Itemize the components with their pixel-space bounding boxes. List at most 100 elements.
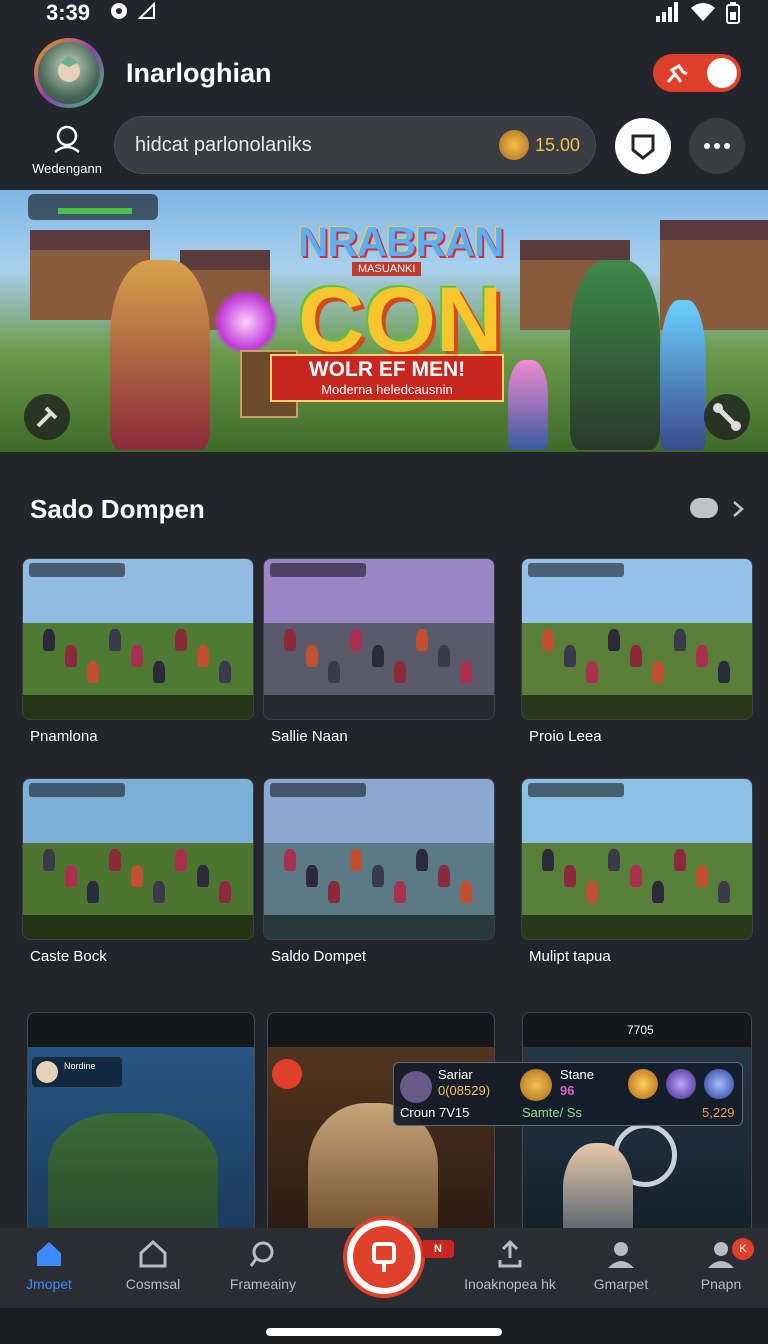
notification-icon	[111, 3, 127, 19]
game-card[interactable]	[22, 778, 254, 940]
tile-stat: 7705	[627, 1023, 654, 1037]
game-card[interactable]	[521, 558, 753, 720]
nav-item-cosmsal[interactable]: Cosmsal	[98, 1238, 208, 1292]
card-unit	[630, 645, 642, 667]
stats-tooltip: Sariar 0(08529) Croun 7V15 Stane 96 Samt…	[393, 1062, 743, 1126]
hero-face-icon	[55, 55, 83, 82]
nav-item-gmarpet[interactable]: Gmarpet	[566, 1238, 676, 1292]
game-card[interactable]	[263, 558, 495, 720]
tooltip-right-sub: Samte/ Ss	[522, 1105, 582, 1120]
card-unit	[65, 865, 77, 887]
tile-soldiers	[48, 1113, 218, 1241]
nav-item-inoaknopea[interactable]: Inoaknopea hk	[455, 1238, 565, 1292]
section-toggle[interactable]	[690, 498, 718, 518]
home-indicator[interactable]	[266, 1328, 502, 1336]
coin-balance: 15.00	[535, 135, 581, 155]
card-unit	[542, 629, 554, 651]
card-hud	[270, 783, 366, 797]
wallet-button[interactable]: Wedengann	[30, 124, 104, 176]
card-unit	[586, 881, 598, 903]
card-unit	[564, 645, 576, 667]
battery-icon	[726, 2, 740, 24]
chevron-right-icon[interactable]	[730, 500, 746, 518]
wifi-icon	[691, 3, 715, 21]
tile-avatar	[36, 1061, 58, 1083]
hero-warrior-left	[110, 260, 210, 450]
card-unit	[87, 881, 99, 903]
card-unit	[219, 881, 231, 903]
avatar[interactable]	[34, 38, 104, 108]
card-unit	[350, 629, 362, 651]
card-unit	[43, 849, 55, 871]
game-card[interactable]	[22, 558, 254, 720]
card-hud	[29, 783, 125, 797]
game-tile[interactable]	[267, 1012, 495, 1242]
banner-hud	[28, 194, 158, 220]
signal-icon	[656, 2, 678, 22]
banner-ribbon: WOLR EF MEN! Moderna heledcausnin	[270, 354, 504, 402]
hero-mage	[660, 300, 706, 450]
nav-label: Cosmsal	[125, 1276, 181, 1292]
hammer-icon	[36, 406, 58, 428]
hero-warrior-right	[570, 260, 660, 450]
card-unit	[109, 849, 121, 871]
location-icon	[138, 2, 155, 19]
tooltip-gem	[704, 1069, 734, 1099]
username: Inarloghian	[126, 58, 272, 88]
featured-banner[interactable]: NRABRAN MASUANKI CON WOLR EF MEN! Modern…	[0, 190, 768, 452]
nav-label: Inoaknopea hk	[464, 1276, 556, 1292]
card-unit	[460, 881, 472, 903]
card-unit	[674, 629, 686, 651]
profile-icon	[708, 1242, 734, 1268]
game-tile[interactable]: Nordine	[27, 1012, 255, 1242]
game-tile[interactable]: 7705	[522, 1012, 752, 1242]
mode-toggle[interactable]	[653, 54, 741, 92]
game-card[interactable]	[521, 778, 753, 940]
card-footer-bar	[264, 695, 494, 719]
card-hud	[528, 563, 624, 577]
tile-topbar	[268, 1013, 494, 1047]
card-unit	[542, 849, 554, 871]
status-bar: 3:39	[0, 0, 768, 28]
card-unit	[564, 865, 576, 887]
house-icon	[139, 1239, 167, 1268]
tooltip-gem	[628, 1069, 658, 1099]
card-unit	[652, 881, 664, 903]
card-unit	[43, 629, 55, 651]
nav-item-frameainy[interactable]: Frameainy	[208, 1238, 318, 1292]
more-dots-icon	[704, 143, 730, 149]
banner-health-bar	[58, 208, 132, 214]
shop-button[interactable]	[615, 118, 671, 174]
tile-hud-label: Nordine	[64, 1061, 96, 1071]
card-unit	[328, 881, 340, 903]
card-footer-bar	[23, 915, 253, 939]
card-unit	[153, 881, 165, 903]
magic-orb	[214, 290, 278, 354]
tooltip-right-name: Stane	[560, 1067, 594, 1082]
coin-icon	[499, 130, 529, 160]
person-icon	[608, 1242, 634, 1268]
more-options-button[interactable]	[689, 118, 745, 174]
tile-badge	[272, 1059, 302, 1089]
search-placeholder: hidcat parlonolaniks	[135, 134, 312, 156]
card-footer-bar	[264, 915, 494, 939]
card-unit	[394, 881, 406, 903]
banner-ribbon-subtitle: Moderna heledcausnin	[321, 382, 453, 397]
profile-badge: K	[732, 1238, 754, 1260]
card-unit	[652, 661, 664, 683]
search-icon	[249, 1241, 274, 1267]
quest-icon	[372, 1242, 396, 1272]
card-unit	[416, 629, 428, 651]
banner-tool-button[interactable]	[704, 394, 750, 440]
search-input[interactable]: hidcat parlonolaniks 15.00	[114, 116, 596, 174]
card-unit	[131, 865, 143, 887]
game-card[interactable]	[263, 778, 495, 940]
hero-small	[508, 360, 548, 450]
card-unit	[438, 865, 450, 887]
play-fab-button[interactable]	[343, 1216, 425, 1298]
wallet-label: Wedengann	[32, 161, 102, 176]
banner-hammer-button[interactable]	[24, 394, 70, 440]
card-hud	[29, 563, 125, 577]
tooltip-coin	[520, 1069, 552, 1101]
nav-item-home[interactable]: Jmopet	[0, 1238, 104, 1292]
